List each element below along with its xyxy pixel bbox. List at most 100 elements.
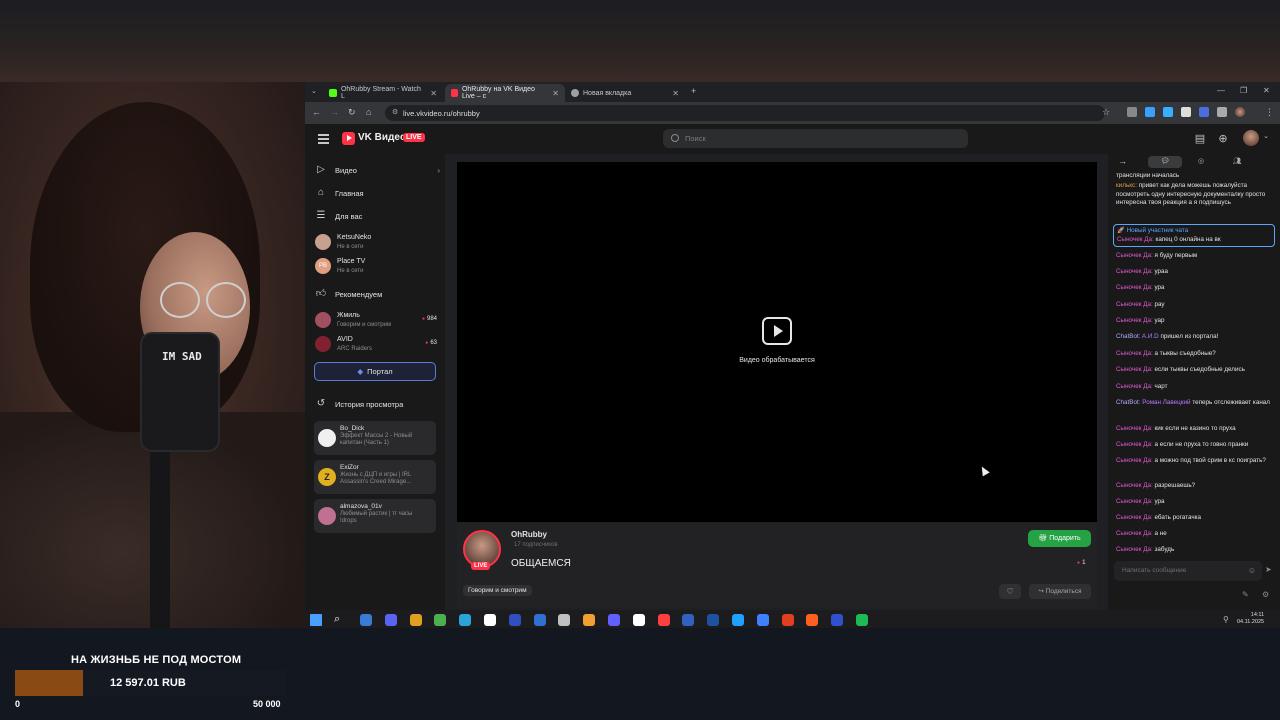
tab-search-icon[interactable]: ⌄ xyxy=(311,87,317,95)
history-card[interactable]: Bo_Dick Эффект Массы 2 - Новый капитан (… xyxy=(314,421,436,455)
settings-gear-icon[interactable]: ⚙ xyxy=(1262,590,1269,599)
viewers-tab-icon[interactable]: 👥︎ xyxy=(1220,156,1254,168)
vk-video-logo-icon[interactable] xyxy=(342,132,355,145)
share-button[interactable]: ↪ Поделиться xyxy=(1029,584,1091,599)
chat-input[interactable]: Написать сообщение ☺ xyxy=(1114,561,1262,581)
menu-dots-icon[interactable]: ⋮ xyxy=(1265,107,1274,118)
puzzle-icon[interactable] xyxy=(1217,107,1227,117)
taskbar-app-icon[interactable] xyxy=(856,614,868,626)
recommended-channel[interactable]: Жмиль Говорим и смотрим 984 xyxy=(315,310,440,332)
taskbar-app-icon[interactable] xyxy=(484,614,496,626)
sidebar-item-for-you[interactable]: ☰ Для вас xyxy=(315,206,440,226)
chat-username[interactable]: Сыночек Да: xyxy=(1116,284,1153,291)
chat-username[interactable]: Сыночек Да: xyxy=(1116,366,1153,373)
subscription-channel[interactable]: PB Place TV Не в сети xyxy=(315,256,440,278)
extension-icon[interactable] xyxy=(1145,107,1155,117)
add-icon[interactable]: ⊕ xyxy=(1216,132,1230,146)
chat-username[interactable]: Сыночек Да: xyxy=(1116,383,1153,390)
taskbar-app-icon[interactable] xyxy=(632,614,645,626)
vk-brand-title[interactable]: VK Видео xyxy=(358,132,406,143)
extension-icon[interactable] xyxy=(1199,107,1209,117)
chat-username[interactable]: Сыночек Да: xyxy=(1116,350,1153,357)
chat-username[interactable]: килькс: xyxy=(1116,182,1137,189)
reload-icon[interactable]: ↻ xyxy=(348,107,356,118)
extension-icon[interactable] xyxy=(1127,107,1137,117)
taskbar-app-icon[interactable] xyxy=(360,614,372,626)
taskbar-app-icon[interactable] xyxy=(781,614,794,626)
collapse-chat-icon[interactable]: → xyxy=(1118,156,1127,166)
close-icon[interactable]: ✕ xyxy=(430,89,437,98)
taskbar-app-icon[interactable] xyxy=(682,614,695,626)
play-icon[interactable] xyxy=(762,317,792,345)
taskbar-app-icon[interactable] xyxy=(831,614,844,626)
pencil-icon[interactable]: ✎ xyxy=(1242,590,1249,599)
sidebar-item-history[interactable]: ↺ История просмотра xyxy=(315,394,440,414)
points-tab-icon[interactable]: ◎ xyxy=(1184,156,1218,168)
taskbar-app-icon[interactable] xyxy=(657,614,670,626)
heart-icon[interactable]: ♡ xyxy=(999,584,1021,599)
history-card[interactable]: Z ExiZor Жизнь с ДЦП и игры | IRL Assass… xyxy=(314,460,436,494)
chat-mention[interactable]: Роман Лавецкий xyxy=(1142,399,1190,406)
chat-username[interactable]: Сыночек Да: xyxy=(1116,514,1153,521)
chat-username[interactable]: Сыночек Да: xyxy=(1116,425,1153,432)
taskbar-app-icon[interactable] xyxy=(409,614,422,626)
taskbar-app-icon[interactable] xyxy=(583,614,596,626)
chat-username[interactable]: Сыночек Да: xyxy=(1116,530,1153,537)
profile-avatar-icon[interactable] xyxy=(1235,107,1245,117)
url-field[interactable]: ⚙ live.vkvideo.ru/ohrubby xyxy=(385,105,1105,121)
windows-start-icon[interactable] xyxy=(310,614,322,626)
channel-name[interactable]: OhRubby xyxy=(511,530,547,539)
extension-icon[interactable] xyxy=(1181,107,1191,117)
recommended-channel[interactable]: AVID ARC Raiders 63 xyxy=(315,334,440,356)
chat-username[interactable]: Сыночек Да: xyxy=(1116,457,1153,464)
extension-icon[interactable] xyxy=(1163,107,1173,117)
close-icon[interactable]: ✕ xyxy=(552,89,559,98)
hamburger-menu-icon[interactable] xyxy=(318,134,329,146)
system-clock[interactable]: 14:11 04.11.2025 xyxy=(1237,612,1264,626)
chevron-down-icon[interactable]: ⌄ xyxy=(1259,132,1273,146)
window-close-icon[interactable]: ✕ xyxy=(1263,86,1270,95)
subscription-channel[interactable]: KetsuNeko Не в сети xyxy=(315,232,440,254)
network-icon[interactable]: ⚲ xyxy=(1223,615,1229,624)
chat-tab-icon[interactable]: 💬︎ xyxy=(1148,156,1182,168)
taskbar-app-icon[interactable] xyxy=(707,614,720,626)
taskbar-app-icon[interactable] xyxy=(608,614,620,626)
emoji-icon[interactable]: ☺ xyxy=(1248,566,1256,575)
chat-username[interactable]: Сыночек Да: xyxy=(1116,252,1153,259)
history-card[interactable]: almazova_01v Любимый растик | тг часы !d… xyxy=(314,499,436,533)
minimize-icon[interactable]: — xyxy=(1217,86,1225,95)
chat-username[interactable]: Сыночек Да: xyxy=(1116,268,1153,275)
taskbar-app-icon[interactable] xyxy=(434,614,447,626)
taskbar-app-icon[interactable] xyxy=(806,614,819,626)
taskbar-app-icon[interactable] xyxy=(558,614,571,626)
sidebar-item-recommended[interactable]: 👍︎ Рекомендуем xyxy=(315,284,440,304)
sidebar-item-home[interactable]: ⌂ Главная xyxy=(315,183,440,203)
user-avatar[interactable] xyxy=(1243,130,1259,146)
taskbar-app-icon[interactable] xyxy=(732,614,744,626)
taskbar-app-icon[interactable] xyxy=(459,614,472,626)
new-tab-icon[interactable]: + xyxy=(691,86,696,96)
chat-username[interactable]: Сыночек Да: xyxy=(1116,498,1153,505)
subscriptions-icon[interactable]: ▤ xyxy=(1193,132,1207,146)
chat-username[interactable]: Сыночек Да: xyxy=(1117,236,1154,243)
search-icon[interactable]: ⌕ xyxy=(334,613,340,626)
category-tag[interactable]: Говорим и смотрим xyxy=(463,585,532,596)
taskbar-app-icon[interactable] xyxy=(756,614,769,626)
gift-button[interactable]: 🎁︎ Подарить xyxy=(1028,530,1091,547)
close-icon[interactable]: ✕ xyxy=(672,89,679,98)
bookmark-star-icon[interactable]: ☆ xyxy=(1102,107,1110,118)
portal-button[interactable]: ◆ Портал xyxy=(314,362,436,381)
chat-username[interactable]: Сыночек Да: xyxy=(1116,546,1153,553)
video-player[interactable]: Видео обрабатывается xyxy=(457,162,1097,522)
maximize-icon[interactable]: ❐ xyxy=(1240,86,1247,95)
search-input[interactable]: Поиск xyxy=(663,129,968,148)
home-icon[interactable]: ⌂ xyxy=(366,107,371,117)
chat-username[interactable]: Сыночек Да: xyxy=(1116,441,1153,448)
chat-username[interactable]: Сыночек Да: xyxy=(1116,482,1153,489)
sidebar-item-video[interactable]: ▷ Видео › xyxy=(315,160,440,180)
chat-username[interactable]: Сыночек Да: xyxy=(1116,301,1153,308)
chat-mention[interactable]: A.И.D xyxy=(1142,333,1159,340)
chat-username[interactable]: ChatBot: xyxy=(1116,333,1141,340)
taskbar-app-icon[interactable] xyxy=(533,614,546,626)
site-info-icon[interactable]: ⚙ xyxy=(392,108,398,116)
